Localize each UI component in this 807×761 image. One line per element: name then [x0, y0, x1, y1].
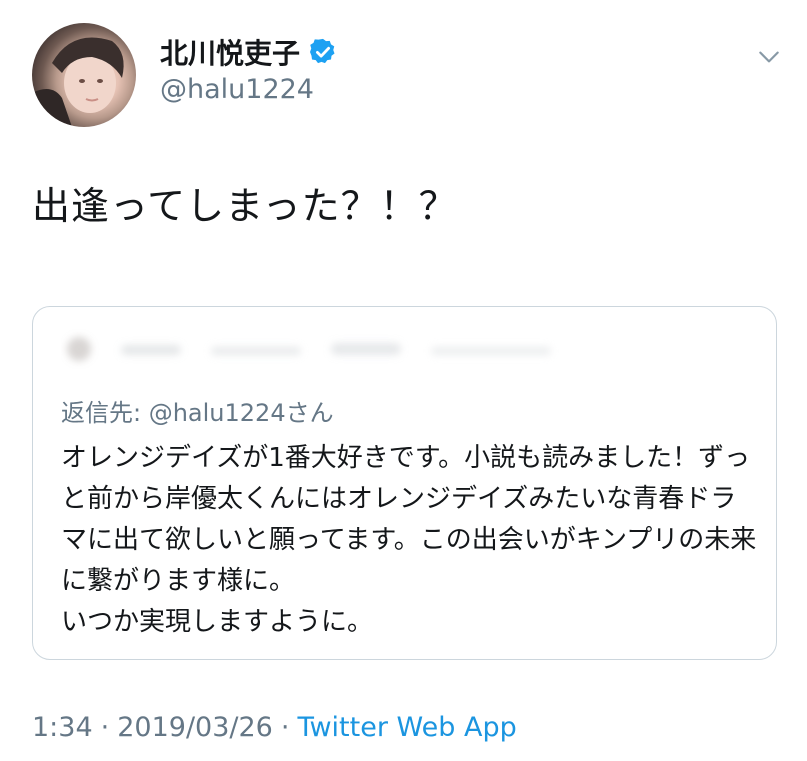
quoted-tweet-card[interactable]: 返信先: @halu1224さん オレンジデイズが1番大好きです。小説も読みまし…	[32, 306, 777, 660]
tweet-meta: 1:34 · 2019/03/26 · Twitter Web App	[32, 712, 517, 743]
tweet-source-link[interactable]: Twitter Web App	[297, 712, 516, 743]
reply-to-label[interactable]: 返信先: @halu1224さん	[61, 393, 334, 428]
meta-separator: ·	[100, 712, 110, 743]
author-name-row[interactable]: 北川悦吏子	[160, 32, 338, 72]
quoted-tweet-text: オレンジデイズが1番大好きです。小説も読みました！ずっと前から岸優太くんにはオレ…	[61, 443, 757, 637]
verified-badge-icon	[310, 38, 335, 64]
blurred-author-header	[67, 337, 551, 361]
user-avatar[interactable]	[32, 23, 136, 127]
meta-separator: ·	[280, 712, 290, 743]
chevron-down-icon[interactable]	[756, 44, 782, 70]
tweet-date[interactable]: 2019/03/26	[117, 712, 273, 743]
tweet-text: 出逢ってしまった？！？	[32, 184, 458, 228]
display-name[interactable]: 北川悦吏子	[160, 32, 300, 72]
user-handle[interactable]: @halu1224	[160, 74, 314, 105]
tweet-time[interactable]: 1:34	[32, 712, 93, 743]
avatar-photo	[32, 37, 124, 127]
